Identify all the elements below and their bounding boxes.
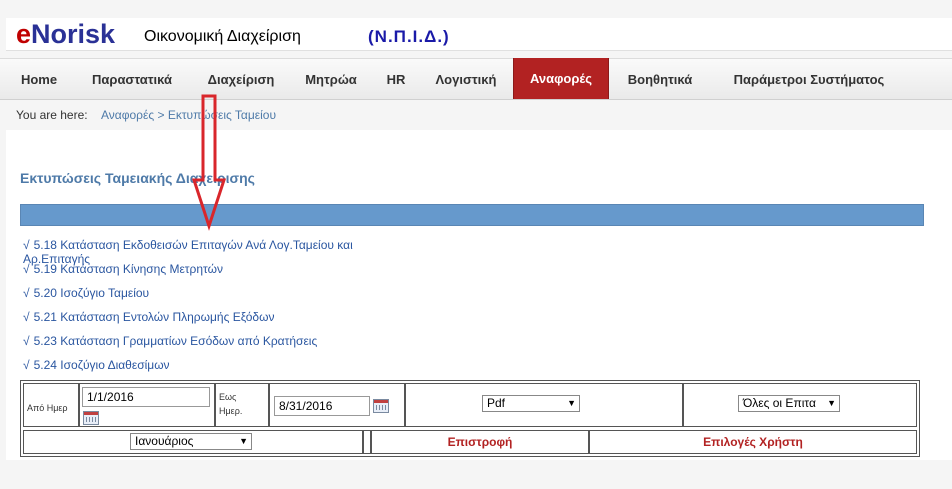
from-date-label-cell: Από Ημερ bbox=[23, 383, 79, 427]
checks-cell: Όλες οι Επιτα ▼ bbox=[683, 383, 917, 427]
month-cell: Ιανουάριος ▼ bbox=[23, 430, 363, 454]
report-label: 5.19 Κατάσταση Κίνησης Μετρητών bbox=[33, 262, 223, 276]
check-icon: √ bbox=[23, 262, 30, 276]
breadcrumb-prefix: You are here: bbox=[16, 108, 88, 122]
report-parameters-table: Από Ημερ 1/1/2016 Εως Ημερ. 8/31/2016 Pd… bbox=[20, 380, 920, 457]
dropdown-arrow-icon: ▼ bbox=[567, 398, 576, 408]
report-link-5-23[interactable]: √ 5.23 Κατάσταση Γραμματίων Εσόδων από Κρ… bbox=[23, 334, 403, 348]
check-icon: √ bbox=[23, 286, 30, 300]
from-date-cell: 1/1/2016 bbox=[79, 383, 215, 427]
check-icon: √ bbox=[23, 238, 30, 252]
app-header: eNorisk Οικονομική Διαχείριση (Ν.Π.Ι.Δ.) bbox=[6, 18, 952, 51]
app-logo[interactable]: eNorisk bbox=[16, 18, 115, 50]
to-date-cell: 8/31/2016 bbox=[269, 383, 405, 427]
check-icon: √ bbox=[23, 334, 30, 348]
report-link-5-20[interactable]: √ 5.20 Ισοζύγιο Ταμείου bbox=[23, 286, 403, 300]
nav-parametroi-systimatos[interactable]: Παράμετροι Συστήματος bbox=[714, 59, 904, 99]
nav-hr[interactable]: HR bbox=[376, 59, 416, 99]
dropdown-arrow-icon: ▼ bbox=[239, 436, 248, 446]
report-link-5-19[interactable]: √ 5.19 Κατάσταση Κίνησης Μετρητών bbox=[23, 262, 403, 276]
report-label: 5.21 Κατάσταση Εντολών Πληρωμής Εξόδων bbox=[33, 310, 275, 324]
user-options-button[interactable]: Επιλογές Χρήστη bbox=[590, 435, 916, 449]
nav-home[interactable]: Home bbox=[10, 59, 68, 99]
breadcrumb: You are here: Αναφορές > Εκτυπώσεις Ταμε… bbox=[16, 108, 276, 122]
check-icon: √ bbox=[23, 310, 30, 324]
spacer-cell bbox=[363, 430, 371, 454]
organization-type: (Ν.Π.Ι.Δ.) bbox=[368, 27, 450, 46]
user-options-cell: Επιλογές Χρήστη bbox=[589, 430, 917, 454]
report-label: 5.24 Ισοζύγιο Διαθεσίμων bbox=[33, 358, 170, 372]
report-label: 5.23 Κατάσταση Γραμματίων Εσόδων από Κρα… bbox=[33, 334, 318, 348]
breadcrumb-separator: > bbox=[157, 108, 165, 122]
report-link-5-21[interactable]: √ 5.21 Κατάσταση Εντολών Πληρωμής Εξόδων bbox=[23, 310, 403, 324]
back-button[interactable]: Επιστροφή bbox=[372, 435, 588, 449]
nav-anafores[interactable]: Αναφορές bbox=[513, 58, 609, 99]
month-select[interactable]: Ιανουάριος ▼ bbox=[130, 433, 252, 450]
nav-parastatika[interactable]: Παραστατικά bbox=[76, 59, 188, 99]
report-label: 5.20 Ισοζύγιο Ταμείου bbox=[33, 286, 150, 300]
check-icon: √ bbox=[23, 358, 30, 372]
to-date-label-line1: Εως bbox=[219, 392, 237, 402]
from-date-input[interactable]: 1/1/2016 bbox=[82, 387, 210, 407]
format-select-value: Pdf bbox=[487, 396, 506, 410]
report-link-5-24[interactable]: √ 5.24 Ισοζύγιο Διαθεσίμων bbox=[23, 358, 403, 372]
from-date-label: Από Ημερ bbox=[27, 403, 68, 413]
calendar-icon[interactable] bbox=[83, 411, 99, 425]
to-date-label-cell: Εως Ημερ. bbox=[215, 383, 269, 427]
breadcrumb-link-anafores[interactable]: Αναφορές bbox=[101, 108, 154, 122]
format-cell: Pdf ▼ bbox=[405, 383, 683, 427]
nav-mitrwa[interactable]: Μητρώα bbox=[294, 59, 368, 99]
checks-select[interactable]: Όλες οι Επιτα ▼ bbox=[738, 395, 840, 412]
checks-select-value: Όλες οι Επιτα bbox=[743, 396, 816, 410]
dropdown-arrow-icon: ▼ bbox=[827, 398, 836, 408]
section-header-bar bbox=[20, 204, 924, 226]
calendar-icon[interactable] bbox=[373, 399, 389, 413]
nav-voithitika[interactable]: Βοηθητικά bbox=[614, 59, 706, 99]
to-date-label-line2: Ημερ. bbox=[219, 406, 243, 416]
nav-logistiki[interactable]: Λογιστική bbox=[424, 59, 508, 99]
app-title: Οικονομική Διαχείριση bbox=[144, 28, 301, 45]
back-cell: Επιστροφή bbox=[371, 430, 589, 454]
logo-norisk: Norisk bbox=[31, 19, 116, 49]
main-nav: Home Παραστατικά Διαχείριση Μητρώα HR Λο… bbox=[0, 58, 952, 100]
logo-e: e bbox=[16, 19, 32, 49]
to-date-input[interactable]: 8/31/2016 bbox=[274, 396, 370, 416]
annotation-arrow-icon bbox=[191, 94, 227, 231]
format-select[interactable]: Pdf ▼ bbox=[482, 395, 580, 412]
month-select-value: Ιανουάριος bbox=[135, 434, 194, 448]
